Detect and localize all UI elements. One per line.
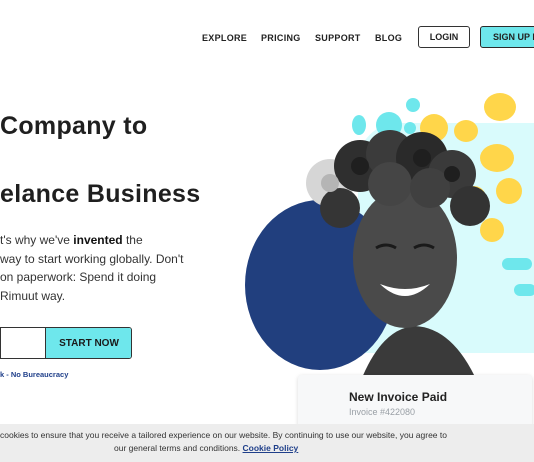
start-now-button[interactable]: START NOW: [45, 328, 131, 358]
cookie-text: our general terms and conditions.: [114, 443, 241, 453]
email-input[interactable]: [1, 328, 49, 358]
hero-title-line-1: Company to: [0, 112, 148, 140]
top-nav: EXPLORE PRICING SUPPORT BLOG LOGIN SIGN …: [0, 26, 534, 50]
hero-note: k - No Bureaucracy: [0, 370, 69, 379]
hero-body-line-1: t's why we've invented the: [0, 231, 143, 249]
nav-pricing[interactable]: PRICING: [261, 33, 301, 43]
nav-explore[interactable]: EXPLORE: [202, 33, 247, 43]
hero-illustration: [240, 88, 534, 388]
cookie-text-line-2: our general terms and conditions. Cookie…: [114, 443, 298, 453]
hero-title-line-2: elance Business: [0, 180, 201, 208]
cookie-text-line-1: cookies to ensure that you receive a tai…: [0, 430, 447, 440]
portrait-image: [306, 130, 490, 388]
hero-body-line-4: Rimuut way.: [0, 289, 66, 303]
cookie-banner: cookies to ensure that you receive a tai…: [0, 424, 534, 462]
signup-button[interactable]: SIGN UP F: [480, 26, 534, 48]
hero-body-emphasis: invented: [73, 233, 123, 247]
invoice-number: Invoice #422080: [349, 407, 416, 417]
hero-body-line-2: way to start working globally. Don't: [0, 252, 184, 266]
hero-body-text: the: [122, 233, 143, 247]
signup-form: START NOW: [0, 327, 132, 359]
hero-body-text: t's why we've: [0, 233, 74, 247]
login-button[interactable]: LOGIN: [418, 26, 470, 48]
invoice-title: New Invoice Paid: [349, 390, 448, 404]
cookie-policy-link[interactable]: Cookie Policy: [243, 443, 299, 453]
nav-blog[interactable]: BLOG: [375, 33, 402, 43]
hero-body-line-3: on paperwork: Spend it doing: [0, 270, 157, 284]
nav-support[interactable]: SUPPORT: [315, 33, 361, 43]
